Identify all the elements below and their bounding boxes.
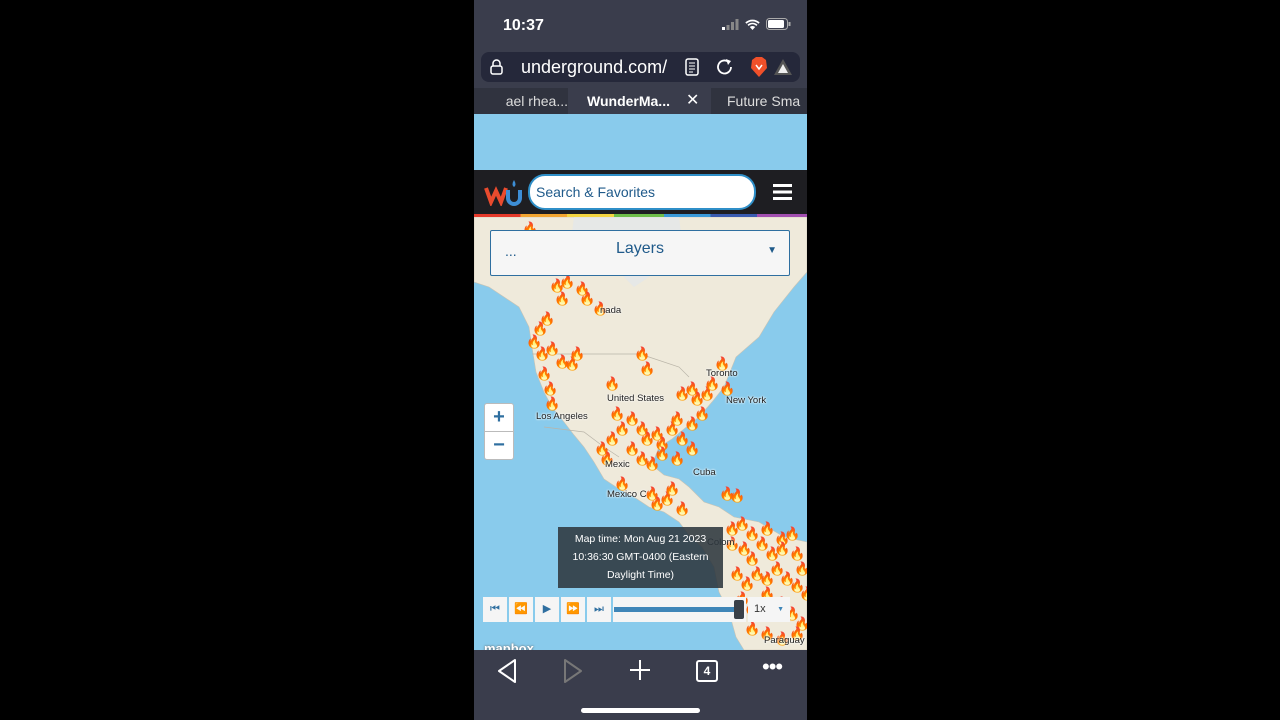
zoom-out-button[interactable]: − <box>485 432 513 459</box>
fire-icon[interactable]: 🔥 <box>694 407 710 420</box>
fire-icon[interactable]: 🔥 <box>744 622 760 635</box>
home-indicator <box>581 708 700 713</box>
chevron-down-icon: ▼ <box>767 245 777 256</box>
browser-toolbar: 4 ••• <box>474 650 807 720</box>
fire-icon[interactable]: 🔥 <box>669 412 685 425</box>
site-header: Search & Favorites <box>474 170 807 214</box>
fast-forward-button[interactable]: ⏩ <box>561 597 585 622</box>
layers-label: Layers <box>615 240 665 257</box>
mapbox-attribution[interactable]: mapbox <box>484 641 534 650</box>
brave-rewards-icon[interactable] <box>773 58 793 76</box>
close-tab-icon[interactable]: ✕ <box>686 88 699 114</box>
fire-icon[interactable]: 🔥 <box>639 362 655 375</box>
fire-icon[interactable]: 🔥 <box>669 452 685 465</box>
fire-icon[interactable]: 🔥 <box>789 547 805 560</box>
label-toronto: Toronto <box>706 368 738 379</box>
fire-icon[interactable]: 🔥 <box>799 587 807 600</box>
label-cuba: Cuba <box>693 467 716 478</box>
fire-icon[interactable]: 🔥 <box>604 377 620 390</box>
more-options-icon[interactable]: ••• <box>762 654 783 680</box>
fire-icon[interactable]: 🔥 <box>536 367 552 380</box>
web-content: Search & Favorites 🔥 🔥 🔥 🔥 🔥 🔥 🔥 🔥 🔥 🔥 🔥 🔥 🔥 🔥 🔥 🔥 🔥 🔥 🔥 🔥 🔥… <box>474 114 807 650</box>
back-icon[interactable] <box>496 658 518 684</box>
brave-shield-icon[interactable] <box>749 56 769 78</box>
timeline-slider[interactable] <box>613 597 746 622</box>
fire-icon[interactable]: 🔥 <box>609 407 625 420</box>
tab-wundermap[interactable]: WunderMa... ✕ <box>568 88 711 114</box>
fire-icon[interactable]: 🔥 <box>674 502 690 515</box>
map-time-tooltip: Map time: Mon Aug 21 2023 10:36:30 GMT-0… <box>558 527 723 588</box>
skip-to-end-button[interactable]: ⏭ <box>587 597 611 622</box>
fire-icon[interactable]: 🔥 <box>759 522 775 535</box>
timeline-handle[interactable] <box>734 600 744 619</box>
fire-icon[interactable]: 🔥 <box>664 482 680 495</box>
skip-to-start-button[interactable]: ⏮ <box>483 597 507 622</box>
fire-icon[interactable]: 🔥 <box>654 447 670 460</box>
label-united-states: United States <box>607 393 665 404</box>
fire-icon[interactable]: 🔥 <box>784 527 800 540</box>
tab-next[interactable]: Future Sma <box>711 88 807 114</box>
fire-icon[interactable]: 🔥 <box>729 489 745 502</box>
new-tab-icon[interactable] <box>629 659 651 681</box>
fire-icon[interactable]: 🔥 <box>542 382 558 395</box>
label-mexico: Mexic <box>605 459 630 470</box>
rewind-button[interactable]: ⏪ <box>509 597 533 622</box>
zoom-in-button[interactable]: + <box>485 404 513 432</box>
tab-strip: ael rhea... WunderMa... ✕ Future Sma <box>474 88 807 114</box>
lock-icon <box>490 59 503 75</box>
speed-select[interactable]: 1x ▼ <box>748 597 790 622</box>
fire-icon[interactable]: 🔥 <box>774 542 790 555</box>
fire-icon[interactable]: 🔥 <box>724 522 740 535</box>
battery-icon <box>766 18 791 30</box>
fire-icon[interactable]: 🔥 <box>554 292 570 305</box>
label-paraguay: Paraguay <box>764 635 805 646</box>
play-button[interactable]: ▶ <box>535 597 559 622</box>
fire-icon[interactable]: 🔥 <box>559 275 575 288</box>
url-text[interactable]: underground.com/ <box>521 57 667 78</box>
fire-icon[interactable]: 🔥 <box>719 382 735 395</box>
chevron-down-icon: ▼ <box>777 606 784 613</box>
animation-player: ⏮ ⏪ ▶ ⏩ ⏭ 1x ▼ <box>483 597 790 622</box>
fire-icon[interactable]: 🔥 <box>634 347 650 360</box>
timeline-progress <box>614 607 735 612</box>
tab-previous[interactable]: ael rhea... <box>474 88 568 114</box>
label-mexico-city: Mexico C <box>607 489 647 500</box>
label-los-angeles: Los Angeles <box>536 411 588 422</box>
fire-icon[interactable]: 🔥 <box>569 347 585 360</box>
label-canada: nada <box>600 305 622 316</box>
fire-icon[interactable]: 🔥 <box>544 397 560 410</box>
address-bar[interactable]: underground.com/ <box>481 52 800 82</box>
layers-dropdown[interactable]: ... Layers ▼ <box>490 230 790 276</box>
fire-icon[interactable]: 🔥 <box>794 562 807 575</box>
wifi-icon <box>745 19 760 30</box>
cellular-signal-icon <box>722 18 739 30</box>
fire-icon[interactable]: 🔥 <box>744 552 760 565</box>
hamburger-menu-icon[interactable] <box>773 184 792 200</box>
map[interactable]: 🔥 🔥 🔥 🔥 🔥 🔥 🔥 🔥 🔥 🔥 🔥 🔥 🔥 🔥 🔥 🔥 🔥 🔥 🔥 🔥 🔥 🔥 🔥 🔥 🔥 🔥 🔥 🔥 🔥 🔥 🔥 🔥 🔥 🔥 🔥 🔥 🔥 🔥 🔥 🔥… <box>474 217 807 650</box>
tabs-button[interactable]: 4 <box>696 660 718 682</box>
fire-icon[interactable]: 🔥 <box>684 442 700 455</box>
status-bar: 10:37 <box>474 0 807 50</box>
clock: 10:37 <box>503 17 544 34</box>
reload-icon[interactable] <box>715 57 735 77</box>
zoom-control: + − <box>484 403 514 460</box>
reader-mode-icon[interactable] <box>685 58 699 76</box>
wu-logo[interactable] <box>484 178 524 206</box>
label-new-york: New York <box>726 395 767 406</box>
forward-icon[interactable] <box>562 658 584 684</box>
search-input[interactable]: Search & Favorites <box>528 174 756 210</box>
phone-screen: 10:37 underground.com/ ael rhea... Wunde… <box>474 0 807 720</box>
